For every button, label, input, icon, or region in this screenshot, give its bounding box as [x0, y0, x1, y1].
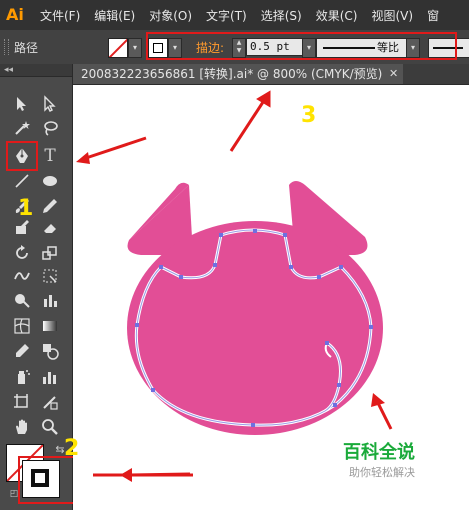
annotation-overlay [76, 136, 191, 482]
annotation-label-2: 2 [64, 436, 80, 461]
annotation-label-1: 1 [18, 196, 34, 221]
